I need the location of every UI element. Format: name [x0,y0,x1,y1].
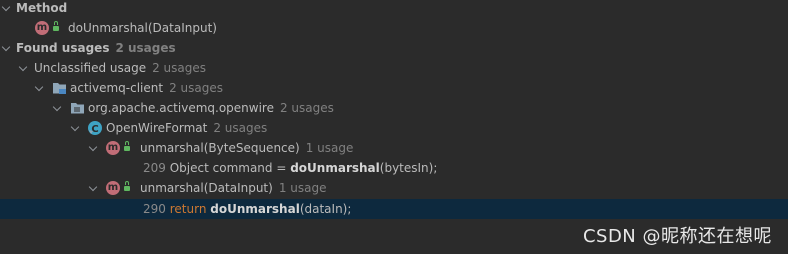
usage-line-row-2[interactable]: 290 return doUnmarshal(dataIn); [0,199,788,219]
method-item-label: doUnmarshal(DataInput) [68,21,217,35]
watermark-text: CSDN @昵称还在想呢 [582,226,772,247]
module-label: activemq-client [70,81,164,95]
unclassified-usage-label: Unclassified usage [34,61,147,75]
found-usages-count: 2 usages [115,41,176,55]
module-count: 2 usages [169,81,223,95]
class-row[interactable]: C OpenWireFormat 2 usages [0,118,788,138]
code-match: doUnmarshal [210,202,300,216]
chevron-down-icon[interactable] [88,182,98,192]
module-folder-icon [53,83,66,94]
chevron-down-icon[interactable] [88,142,98,152]
class-count: 2 usages [213,121,268,135]
method-header-label: Method [16,1,68,15]
method-usage-row-2[interactable]: m unmarshal(DataInput) 1 usage [0,178,788,198]
chevron-down-icon[interactable] [34,82,44,92]
code-suffix: (bytesIn); [379,161,438,175]
method-icon: m [106,141,120,155]
class-icon: C [88,121,102,135]
method-usage-count-2: 1 usage [278,181,327,195]
method-usage-count-1: 1 usage [305,141,354,155]
found-usages-row[interactable]: Found usages 2 usages [0,38,788,58]
method-usage-label-2: unmarshal(DataInput) [140,181,273,195]
unclassified-usage-count: 2 usages [152,61,207,75]
module-row[interactable]: activemq-client 2 usages [0,78,788,98]
chevron-down-icon[interactable] [1,2,11,12]
code-keyword: return [169,202,207,216]
public-access-icon [53,21,59,32]
usage-line-row-1[interactable]: 209 Object command = doUnmarshal(bytesIn… [0,158,788,178]
class-icon-letter: C [91,124,98,135]
method-icon: m [106,181,120,195]
method-usage-label-1: unmarshal(ByteSequence) [140,141,300,155]
line-number: 290 [143,202,166,216]
code-prefix: Object command = [169,161,291,175]
line-number: 209 [143,161,166,175]
package-label: org.apache.activemq.openwire [88,101,274,115]
chevron-down-icon[interactable] [52,102,62,112]
public-access-icon [124,181,130,192]
public-access-icon [124,141,130,152]
unclassified-usage-row[interactable]: Unclassified usage 2 usages [0,58,788,78]
package-row[interactable]: org.apache.activemq.openwire 2 usages [0,98,788,118]
method-usage-row-1[interactable]: m unmarshal(ByteSequence) 1 usage [0,138,788,158]
chevron-down-icon[interactable] [18,62,28,72]
package-folder-icon [71,103,84,114]
method-item-row[interactable]: m doUnmarshal(DataInput) [0,18,788,38]
class-label: OpenWireFormat [106,121,208,135]
method-header-row[interactable]: Method [0,0,788,18]
method-icon: m [35,21,49,35]
code-suffix: (dataIn); [299,202,352,216]
package-count: 2 usages [279,101,334,115]
code-match: doUnmarshal [290,161,380,175]
found-usages-label: Found usages [16,41,110,55]
chevron-down-icon[interactable] [70,122,80,132]
chevron-down-icon[interactable] [1,42,11,52]
